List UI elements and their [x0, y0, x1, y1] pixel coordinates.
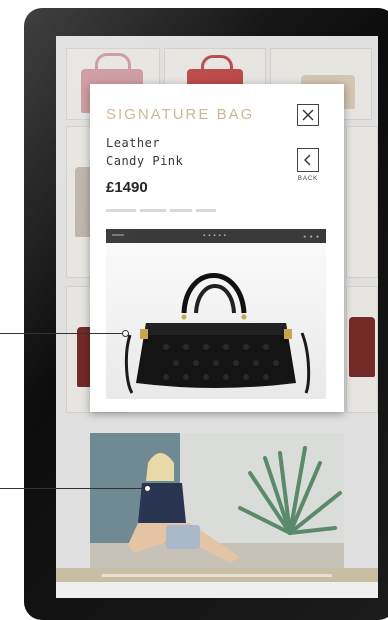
product-price: £1490 — [106, 179, 148, 196]
fine-print-text — [106, 199, 236, 212]
product-material: Leather — [106, 136, 161, 150]
back-label: BACK — [297, 176, 319, 182]
product-color-name: Candy Pink — [106, 154, 184, 168]
callout-dot-product — [122, 330, 129, 337]
brand-logo: ▪▪▪▪▪ — [203, 233, 229, 239]
product-title: SIGNATURE BAG — [106, 106, 255, 123]
shelf-right-lower[interactable] — [346, 286, 378, 413]
close-button[interactable] — [297, 104, 319, 126]
product-photo[interactable] — [106, 243, 326, 399]
bottom-banner — [56, 568, 378, 582]
product-detail-card: SIGNATURE BAG BACK Leather Candy Pink £1… — [90, 84, 344, 412]
header-icons: ● ● ● — [303, 234, 320, 240]
model-with-bag-image — [90, 433, 344, 573]
callout-line-product — [0, 333, 124, 334]
menu-icon — [112, 234, 124, 236]
chevron-left-icon — [304, 154, 311, 166]
callout-dot-lifestyle — [144, 485, 151, 492]
website-header-bar: ▪▪▪▪▪ ● ● ● — [106, 229, 326, 243]
shelf-right-middle[interactable] — [346, 126, 378, 278]
banner-text — [102, 573, 332, 577]
back-button[interactable] — [297, 148, 319, 172]
close-icon — [302, 109, 314, 121]
black-tote-bag-image — [124, 273, 311, 394]
callout-line-lifestyle — [0, 488, 146, 489]
lifestyle-photo[interactable] — [90, 433, 344, 573]
